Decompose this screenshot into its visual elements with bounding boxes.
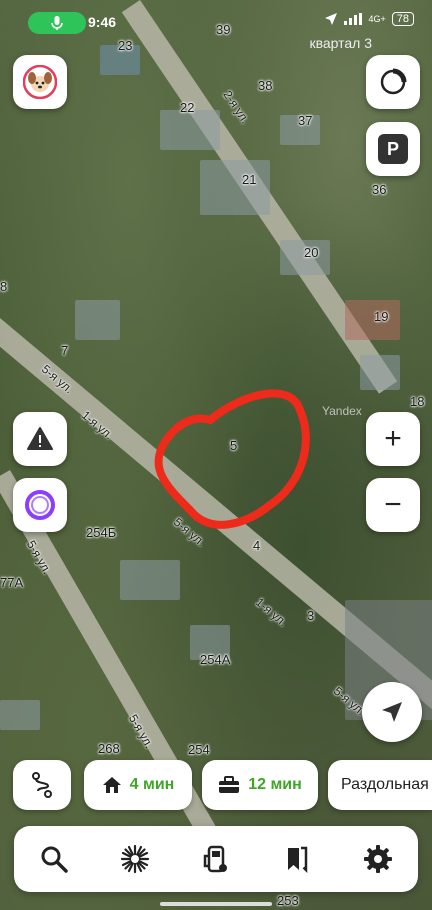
yandex-watermark: Yandex <box>322 404 362 418</box>
layers-button[interactable] <box>366 55 420 109</box>
locate-arrow-icon <box>382 702 402 722</box>
zoom-in-label: + <box>384 422 402 455</box>
route-chip[interactable] <box>13 760 71 810</box>
search-button[interactable] <box>29 834 79 884</box>
settings-icon <box>363 845 392 873</box>
zoom-out-button[interactable]: − <box>366 478 420 532</box>
street-label: 2-я ул. <box>220 88 253 127</box>
house-number: 37 <box>298 113 313 128</box>
roof <box>200 160 270 215</box>
location-icon <box>325 13 338 25</box>
house-number: 254А <box>200 652 231 667</box>
roof <box>360 355 400 390</box>
home-icon <box>102 777 121 793</box>
status-icons: 4G+ 78 <box>324 12 414 26</box>
mic-indicator <box>28 12 86 34</box>
house-number: 268 <box>98 741 120 756</box>
house-number: 253 <box>277 893 299 908</box>
zoom-in-button[interactable]: + <box>366 412 420 466</box>
drawn-circle-marker <box>154 389 310 529</box>
mic-icon <box>51 16 63 30</box>
bookmarks-icon <box>287 846 308 873</box>
house-number: 77А <box>0 575 24 590</box>
house-number: 254Б <box>86 525 117 540</box>
bottom-navigation <box>14 826 418 892</box>
discover-icon <box>121 844 150 874</box>
search-icon <box>41 846 69 873</box>
profile-avatar-button[interactable] <box>13 55 67 109</box>
house-number: 8 <box>0 279 8 294</box>
parking-label: P <box>386 138 399 159</box>
roof <box>345 300 400 340</box>
settings-button[interactable] <box>353 834 403 884</box>
roof <box>75 300 120 340</box>
work-chip[interactable]: 12 мин <box>202 760 318 810</box>
parking-button[interactable]: P <box>366 122 420 176</box>
bookmarks-button[interactable] <box>272 834 322 884</box>
alice-assistant-button[interactable] <box>13 478 67 532</box>
my-location-button[interactable] <box>362 682 422 742</box>
roof <box>160 110 220 150</box>
home-indicator[interactable] <box>160 902 272 906</box>
house-number: 4 <box>253 538 261 553</box>
briefcase-icon <box>219 776 240 793</box>
parking-icon: P <box>378 134 408 164</box>
house-number: 254 <box>188 742 210 757</box>
status-time: 9:46 <box>88 14 117 30</box>
work-travel-time: 12 мин <box>248 776 302 793</box>
house-number: 19 <box>374 309 389 324</box>
route-icon <box>32 772 52 798</box>
home-travel-time: 4 мин <box>129 776 175 793</box>
signal-icon <box>344 13 363 25</box>
layers-icon <box>380 68 407 95</box>
house-number: 36 <box>372 182 387 197</box>
alert-icon <box>27 427 53 450</box>
battery-level: 78 <box>391 12 414 26</box>
fuel-icon <box>203 845 227 873</box>
avatar-dog-icon <box>23 65 57 99</box>
district-label: квартал 3 <box>309 35 372 51</box>
alice-icon <box>25 490 55 520</box>
discover-button[interactable] <box>110 834 160 884</box>
street-label: 1-я ул. <box>253 595 291 630</box>
house-number: 7 <box>61 343 69 358</box>
fuel-button[interactable] <box>191 834 241 884</box>
house-number: 20 <box>304 245 319 260</box>
roof <box>120 560 180 600</box>
place-chip[interactable]: Раздольная <box>328 760 432 810</box>
network-type: 4G+ <box>368 14 386 24</box>
place-label: Раздольная <box>341 776 429 793</box>
house-number: 22 <box>180 100 195 115</box>
house-number: 18 <box>410 394 425 409</box>
house-number: 23 <box>118 38 133 53</box>
report-incident-button[interactable] <box>13 412 67 466</box>
house-number: 3 <box>307 608 315 623</box>
roof <box>0 700 40 730</box>
house-number: 38 <box>258 78 273 93</box>
home-chip[interactable]: 4 мин <box>84 760 192 810</box>
house-number: 21 <box>242 172 257 187</box>
zoom-out-label: − <box>384 488 402 521</box>
status-bar: 9:46 4G+ 78 <box>0 0 432 40</box>
